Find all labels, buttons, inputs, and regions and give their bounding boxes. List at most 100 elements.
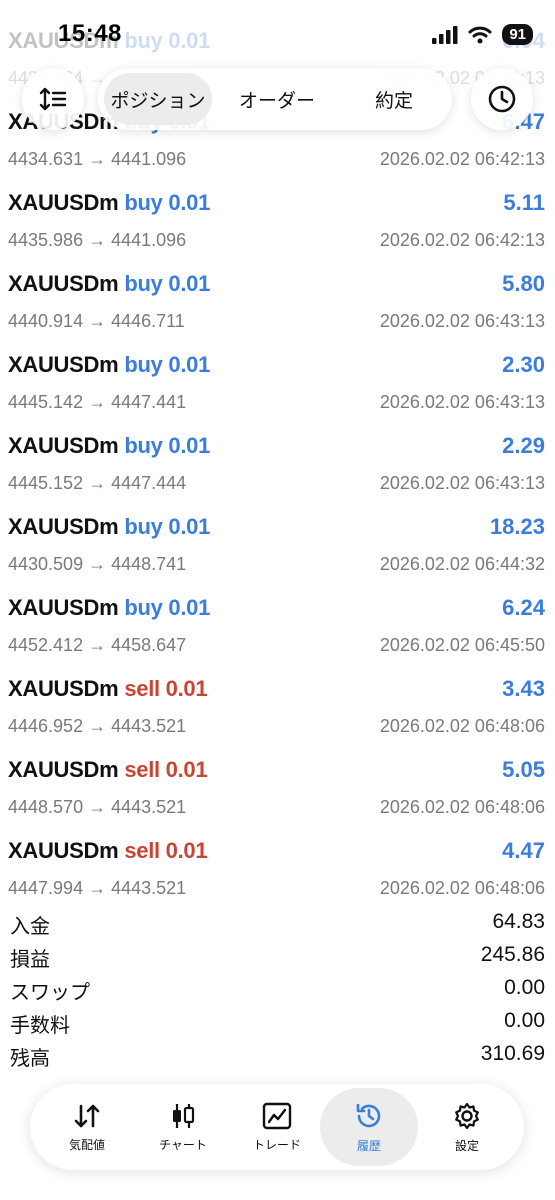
trade-time: 2026.02.02 06:43:13 bbox=[379, 311, 545, 331]
trade-prices: 4445.152 → 4447.444 bbox=[8, 473, 187, 493]
summary-label: 手数料 bbox=[10, 1013, 70, 1037]
trade-prices: 4445.142 → 4447.441 bbox=[8, 392, 187, 412]
nav-label: 設定 bbox=[454, 1138, 479, 1153]
trade-row[interactable]: XAUUSDm buy 0.01 5.80 4440.914 → 4446.711… bbox=[0, 263, 555, 344]
trade-symbol: XAUUSDmbuy 0.01 bbox=[8, 514, 211, 539]
summary-row-profit: 損益 245.86 bbox=[0, 941, 555, 974]
trade-prices: 4448.570 → 4443.521 bbox=[8, 797, 187, 817]
trade-side: buy 0.01 bbox=[124, 514, 211, 539]
status-icons: 91 bbox=[432, 24, 533, 45]
wifi-icon bbox=[468, 26, 492, 43]
trade-time: 2026.02.02 06:43:13 bbox=[379, 473, 545, 493]
trade-side: sell 0.01 bbox=[124, 838, 208, 863]
trade-prices: 4434.631 → 4441.096 bbox=[8, 149, 187, 169]
nav-trade[interactable]: トレード bbox=[228, 1088, 326, 1166]
trade-side: sell 0.01 bbox=[124, 757, 208, 782]
trade-time: 2026.02.02 06:48:06 bbox=[379, 716, 545, 736]
bottom-navigation: 気配値 チャート トレード 履歴 設定 bbox=[30, 1084, 524, 1170]
status-bar: 15:48 91 bbox=[0, 0, 555, 70]
trade-row[interactable]: XAUUSDm sell 0.01 4.47 4447.994 → 4443.52… bbox=[0, 830, 555, 911]
trade-symbol: XAUUSDm sell 0.01 bbox=[8, 757, 208, 782]
summary-row-deposit: 入金 64.83 bbox=[0, 908, 555, 941]
trade-side: buy 0.01 bbox=[124, 190, 211, 215]
sort-button[interactable] bbox=[22, 68, 84, 130]
trade-profit: 4.47 bbox=[502, 838, 545, 863]
battery-indicator: 91 bbox=[502, 24, 533, 45]
trade-prices: 4435.986 → 4441.096 bbox=[8, 230, 187, 250]
status-time: 15:48 bbox=[58, 20, 122, 47]
trade-symbol: XAUUSDmbuy 0.01 bbox=[8, 433, 211, 458]
tab-deals[interactable]: 約定 bbox=[342, 73, 446, 125]
trade-prices: 4447.994 → 4443.521 bbox=[8, 878, 187, 898]
history-top-bar: ポジション オーダー 約定 bbox=[0, 64, 555, 134]
nav-label: チャート bbox=[159, 1137, 207, 1152]
quotes-arrows-icon bbox=[74, 1104, 100, 1127]
trade-prices: 4446.952 → 4443.521 bbox=[8, 716, 187, 736]
trade-time: 2026.02.02 06:48:06 bbox=[379, 878, 545, 898]
history-segment-control: ポジション オーダー 約定 bbox=[98, 68, 452, 130]
nav-label: 履歴 bbox=[356, 1138, 381, 1153]
summary-row-swap: スワップ 0.00 bbox=[0, 974, 555, 1007]
tab-orders[interactable]: オーダー bbox=[222, 73, 332, 125]
trade-row[interactable]: XAUUSDm sell 0.01 3.43 4446.952 → 4443.52… bbox=[0, 668, 555, 749]
candlestick-chart-icon bbox=[173, 1103, 195, 1128]
summary-row-balance: 残高 310.69 bbox=[0, 1040, 555, 1073]
summary-label: 入金 bbox=[10, 914, 50, 938]
trade-side: buy 0.01 bbox=[124, 271, 211, 296]
summary-label: スワップ bbox=[10, 980, 90, 1004]
trade-side: buy 0.01 bbox=[124, 595, 211, 620]
trade-time: 2026.02.02 06:42:13 bbox=[379, 149, 545, 169]
period-button[interactable] bbox=[471, 68, 533, 130]
trade-profit: 18.23 bbox=[489, 514, 545, 539]
trade-row[interactable]: XAUUSDm sell 0.01 5.05 4448.570 → 4443.52… bbox=[0, 749, 555, 830]
sort-arrows-icon bbox=[39, 87, 67, 111]
trade-profit: 6.24 bbox=[502, 595, 545, 620]
settings-gear-icon bbox=[455, 1102, 479, 1129]
summary-label: 損益 bbox=[10, 947, 50, 971]
trade-symbol: XAUUSDm sell 0.01 bbox=[8, 676, 208, 701]
trade-symbol: XAUUSDmbuy 0.01 bbox=[8, 352, 211, 377]
summary-value: 0.00 bbox=[504, 1009, 545, 1032]
trade-side: sell 0.01 bbox=[124, 676, 208, 701]
trade-time: 2026.02.02 06:45:50 bbox=[379, 635, 545, 655]
trade-row[interactable]: XAUUSDm buy 0.01 18.23 4430.509 → 4448.74… bbox=[0, 506, 555, 587]
summary-value: 245.86 bbox=[480, 943, 545, 966]
summary-value: 0.00 bbox=[504, 976, 545, 999]
nav-quotes[interactable]: 気配値 bbox=[38, 1088, 136, 1166]
nav-label: トレード bbox=[252, 1137, 301, 1152]
trade-row[interactable]: XAUUSDm buy 0.01 5.11 4435.986 → 4441.096… bbox=[0, 182, 555, 263]
trade-symbol: XAUUSDmbuy 0.01 bbox=[8, 190, 211, 215]
clock-icon bbox=[488, 85, 516, 113]
trade-profit: 5.05 bbox=[502, 757, 545, 782]
trade-symbol: XAUUSDmbuy 0.01 bbox=[8, 595, 211, 620]
trade-symbol: XAUUSDm sell 0.01 bbox=[8, 838, 208, 863]
trade-prices: 4452.412 → 4458.647 bbox=[8, 635, 187, 655]
trade-prices: 4440.914 → 4446.711 bbox=[8, 311, 185, 331]
trade-profit: 2.29 bbox=[502, 433, 545, 458]
trade-history-list[interactable]: XAUUSDmbuy 0.01 6.94 4434.364 → 4441.097… bbox=[0, 20, 555, 911]
trade-row[interactable]: XAUUSDm buy 0.01 2.30 4445.142 → 4447.441… bbox=[0, 344, 555, 425]
trade-side: buy 0.01 bbox=[124, 352, 211, 377]
trade-row[interactable]: XAUUSDm buy 0.01 2.29 4445.152 → 4447.444… bbox=[0, 425, 555, 506]
summary-label: 残高 bbox=[10, 1046, 50, 1070]
nav-chart[interactable]: チャート bbox=[134, 1088, 232, 1166]
trade-time: 2026.02.02 06:48:06 bbox=[379, 797, 545, 817]
nav-label: 気配値 bbox=[68, 1137, 105, 1152]
trade-profit: 2.30 bbox=[502, 352, 545, 377]
trade-prices: 4430.509 → 4448.741 bbox=[8, 554, 187, 574]
trade-profit: 5.11 bbox=[503, 190, 545, 215]
account-summary: 入金 64.83 損益 245.86 スワップ 0.00 手数料 0.00 残高… bbox=[0, 908, 555, 1073]
tab-positions[interactable]: ポジション bbox=[104, 73, 212, 125]
trade-time: 2026.02.02 06:42:13 bbox=[379, 230, 545, 250]
trade-time: 2026.02.02 06:44:32 bbox=[379, 554, 545, 574]
trade-profit: 3.43 bbox=[502, 676, 545, 701]
trade-profit: 5.80 bbox=[502, 271, 545, 296]
nav-history[interactable]: 履歴 bbox=[320, 1088, 418, 1166]
trade-symbol: XAUUSDmbuy 0.01 bbox=[8, 271, 211, 296]
trade-line-chart-icon bbox=[262, 1102, 292, 1129]
trade-row[interactable]: XAUUSDm buy 0.01 6.24 4452.412 → 4458.647… bbox=[0, 587, 555, 668]
summary-value: 310.69 bbox=[480, 1042, 545, 1065]
cellular-signal-icon bbox=[432, 25, 458, 44]
trade-side: buy 0.01 bbox=[124, 433, 211, 458]
nav-settings[interactable]: 設定 bbox=[418, 1088, 516, 1166]
